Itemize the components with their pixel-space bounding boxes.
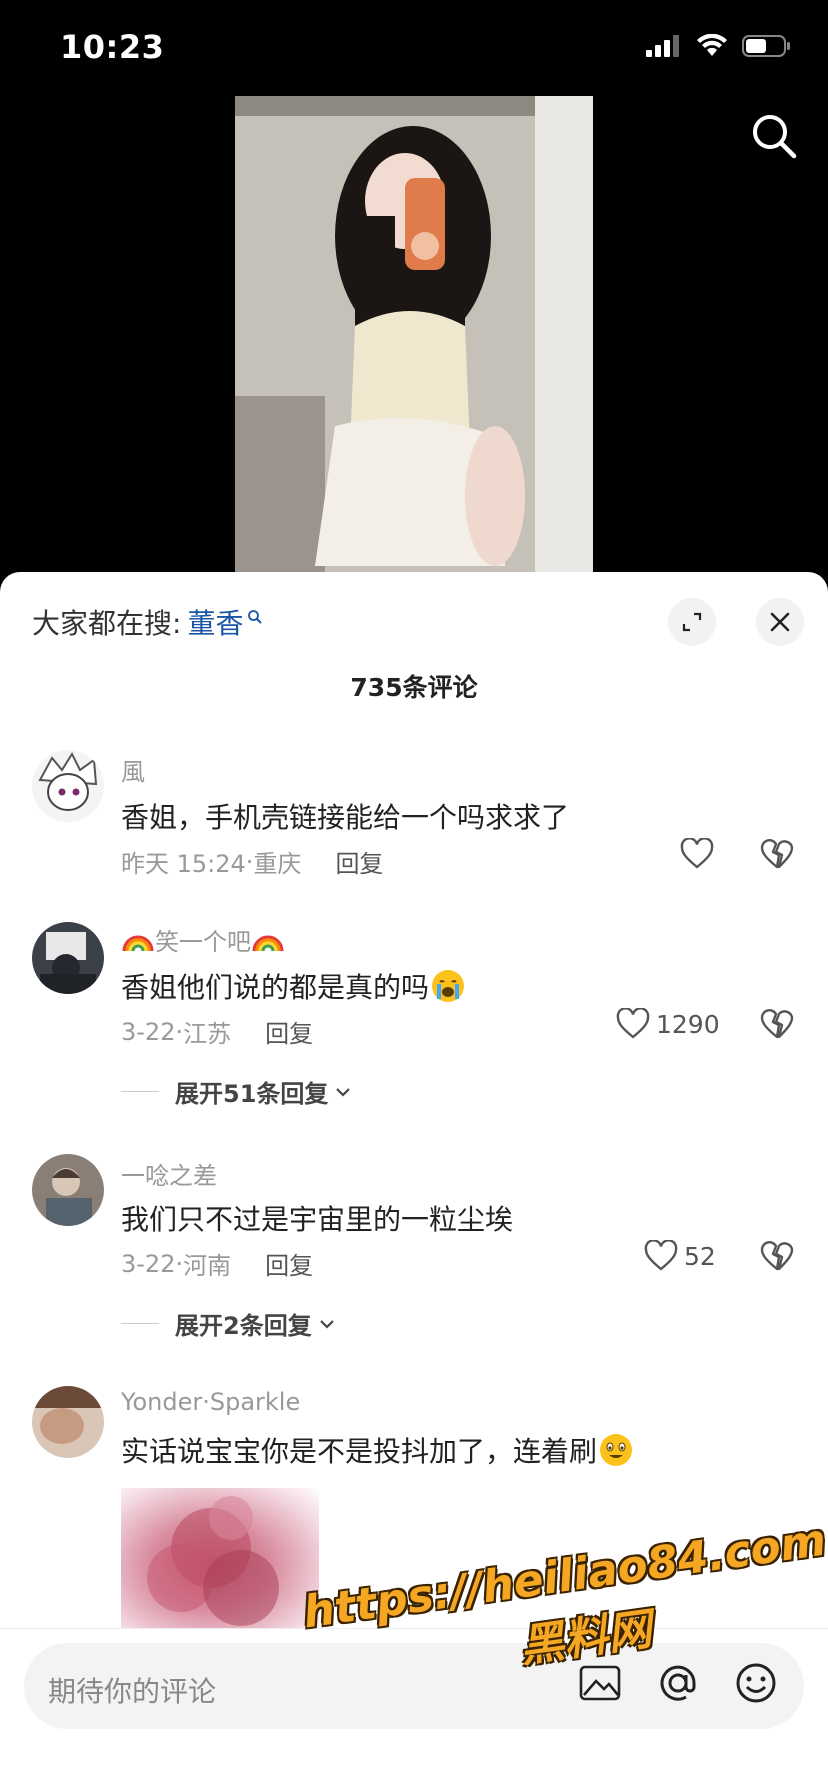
comment-username[interactable]: 笑一个吧 [121, 922, 285, 957]
broken-heart-icon [760, 839, 794, 869]
avatar[interactable] [32, 1154, 104, 1226]
hot-search-prefix: 大家都在搜: [32, 607, 182, 640]
comment-text: 香姐他们说的都是真的吗 [121, 966, 465, 1006]
comment-text-content: 香姐他们说的都是真的吗 [121, 971, 430, 1004]
hot-search-keyword[interactable]: 董香 [187, 602, 243, 642]
search-button[interactable] [750, 112, 798, 160]
wifi-icon [697, 34, 727, 56]
flower-image [147, 1496, 279, 1626]
comment-image[interactable] [121, 1488, 319, 1630]
crying-face-icon [432, 970, 465, 1002]
comment-username[interactable]: 一唸之差 [121, 1156, 217, 1191]
expand-replies-label: 展开2条回复 [175, 1312, 312, 1340]
comment-date: 昨天 15:24 [121, 850, 246, 878]
meta-separator: · [245, 847, 254, 876]
reply-button[interactable]: 回复 [265, 1246, 313, 1281]
broken-heart-icon [760, 1241, 794, 1271]
dislike-button[interactable] [760, 1240, 794, 1276]
like-button[interactable]: 1290 [616, 1008, 720, 1040]
avatar-image [32, 1154, 104, 1226]
comment-text: 我们只不过是宇宙里的一粒尘埃 [121, 1203, 514, 1236]
comment-location: 重庆 [253, 850, 302, 878]
comment-username[interactable]: Yonder·Sparkle [121, 1388, 300, 1416]
heart-icon [680, 838, 714, 869]
comment-meta: 3-22 · 江苏 回复 [121, 1014, 313, 1049]
comment-text: 实话说宝宝你是不是投抖加了，连着刷 [121, 1430, 633, 1470]
status-icons [646, 34, 792, 58]
avatar[interactable] [32, 750, 104, 822]
avatar-image [32, 1386, 104, 1458]
avatar-image [32, 750, 104, 822]
video-thumbnail[interactable] [235, 96, 593, 572]
comment-location: 江苏 [183, 1020, 232, 1048]
status-bar: 10:23 [0, 0, 828, 96]
hot-search-bar[interactable]: 大家都在搜: 董香 [32, 602, 263, 642]
expand-replies-button[interactable]: 展开2条回复 [121, 1306, 336, 1341]
emoji-icon[interactable] [734, 1661, 778, 1705]
comments-count: 735条评论 [350, 673, 478, 702]
avatar[interactable] [32, 922, 104, 994]
rainbow-icon [252, 935, 284, 952]
rainbow-icon [122, 935, 154, 952]
expand-sheet-button[interactable] [668, 598, 716, 646]
like-button[interactable] [680, 838, 714, 870]
cellular-signal-icon [646, 35, 679, 57]
meta-separator: · [175, 1249, 184, 1278]
like-button[interactable]: 52 [644, 1240, 716, 1272]
comment-location: 河南 [183, 1252, 232, 1280]
dislike-button[interactable] [760, 1008, 794, 1044]
mini-search-icon [248, 610, 263, 624]
avatar-image [32, 922, 104, 994]
heart-icon [616, 1008, 650, 1039]
close-button[interactable] [756, 598, 804, 646]
like-count: 1290 [656, 1009, 720, 1039]
search-icon [753, 115, 797, 159]
comment-username[interactable]: 風 [121, 752, 145, 787]
battery-icon [742, 35, 790, 57]
expand-replies-label: 展开51条回复 [175, 1080, 329, 1108]
chevron-down-icon [319, 1319, 334, 1329]
expand-divider [121, 1091, 159, 1092]
comment-date: 3-22 [121, 1249, 176, 1278]
close-icon [770, 612, 790, 632]
comment-text-content: 实话说宝宝你是不是投抖加了，连着刷 [121, 1435, 598, 1468]
smiling-face-icon [600, 1434, 633, 1466]
comment-text: 香姐，手机壳链接能给一个吗求求了 [121, 801, 570, 834]
video-photo [235, 96, 593, 572]
comment-date: 3-22 [121, 1017, 176, 1046]
image-icon[interactable] [578, 1663, 622, 1703]
expand-icon [682, 612, 702, 632]
expand-replies-button[interactable]: 展开51条回复 [121, 1074, 352, 1109]
mention-icon[interactable] [656, 1661, 700, 1705]
comment-input-placeholder: 期待你的评论 [48, 1675, 217, 1708]
avatar[interactable] [32, 1386, 104, 1458]
comment-meta: 3-22 · 河南 回复 [121, 1246, 313, 1281]
comment-meta: 昨天 15:24 · 重庆 回复 [121, 844, 383, 879]
reply-button[interactable]: 回复 [265, 1014, 313, 1049]
like-count: 52 [684, 1241, 716, 1271]
meta-separator: · [175, 1017, 184, 1046]
dislike-button[interactable] [760, 838, 794, 874]
chevron-down-icon [336, 1087, 351, 1097]
reply-button[interactable]: 回复 [335, 844, 383, 879]
comment-username-text: 笑一个吧 [155, 928, 251, 956]
broken-heart-icon [760, 1009, 794, 1039]
heart-icon [644, 1240, 678, 1271]
status-time: 10:23 [60, 28, 165, 66]
input-tools [578, 1661, 778, 1705]
expand-divider [121, 1323, 159, 1324]
